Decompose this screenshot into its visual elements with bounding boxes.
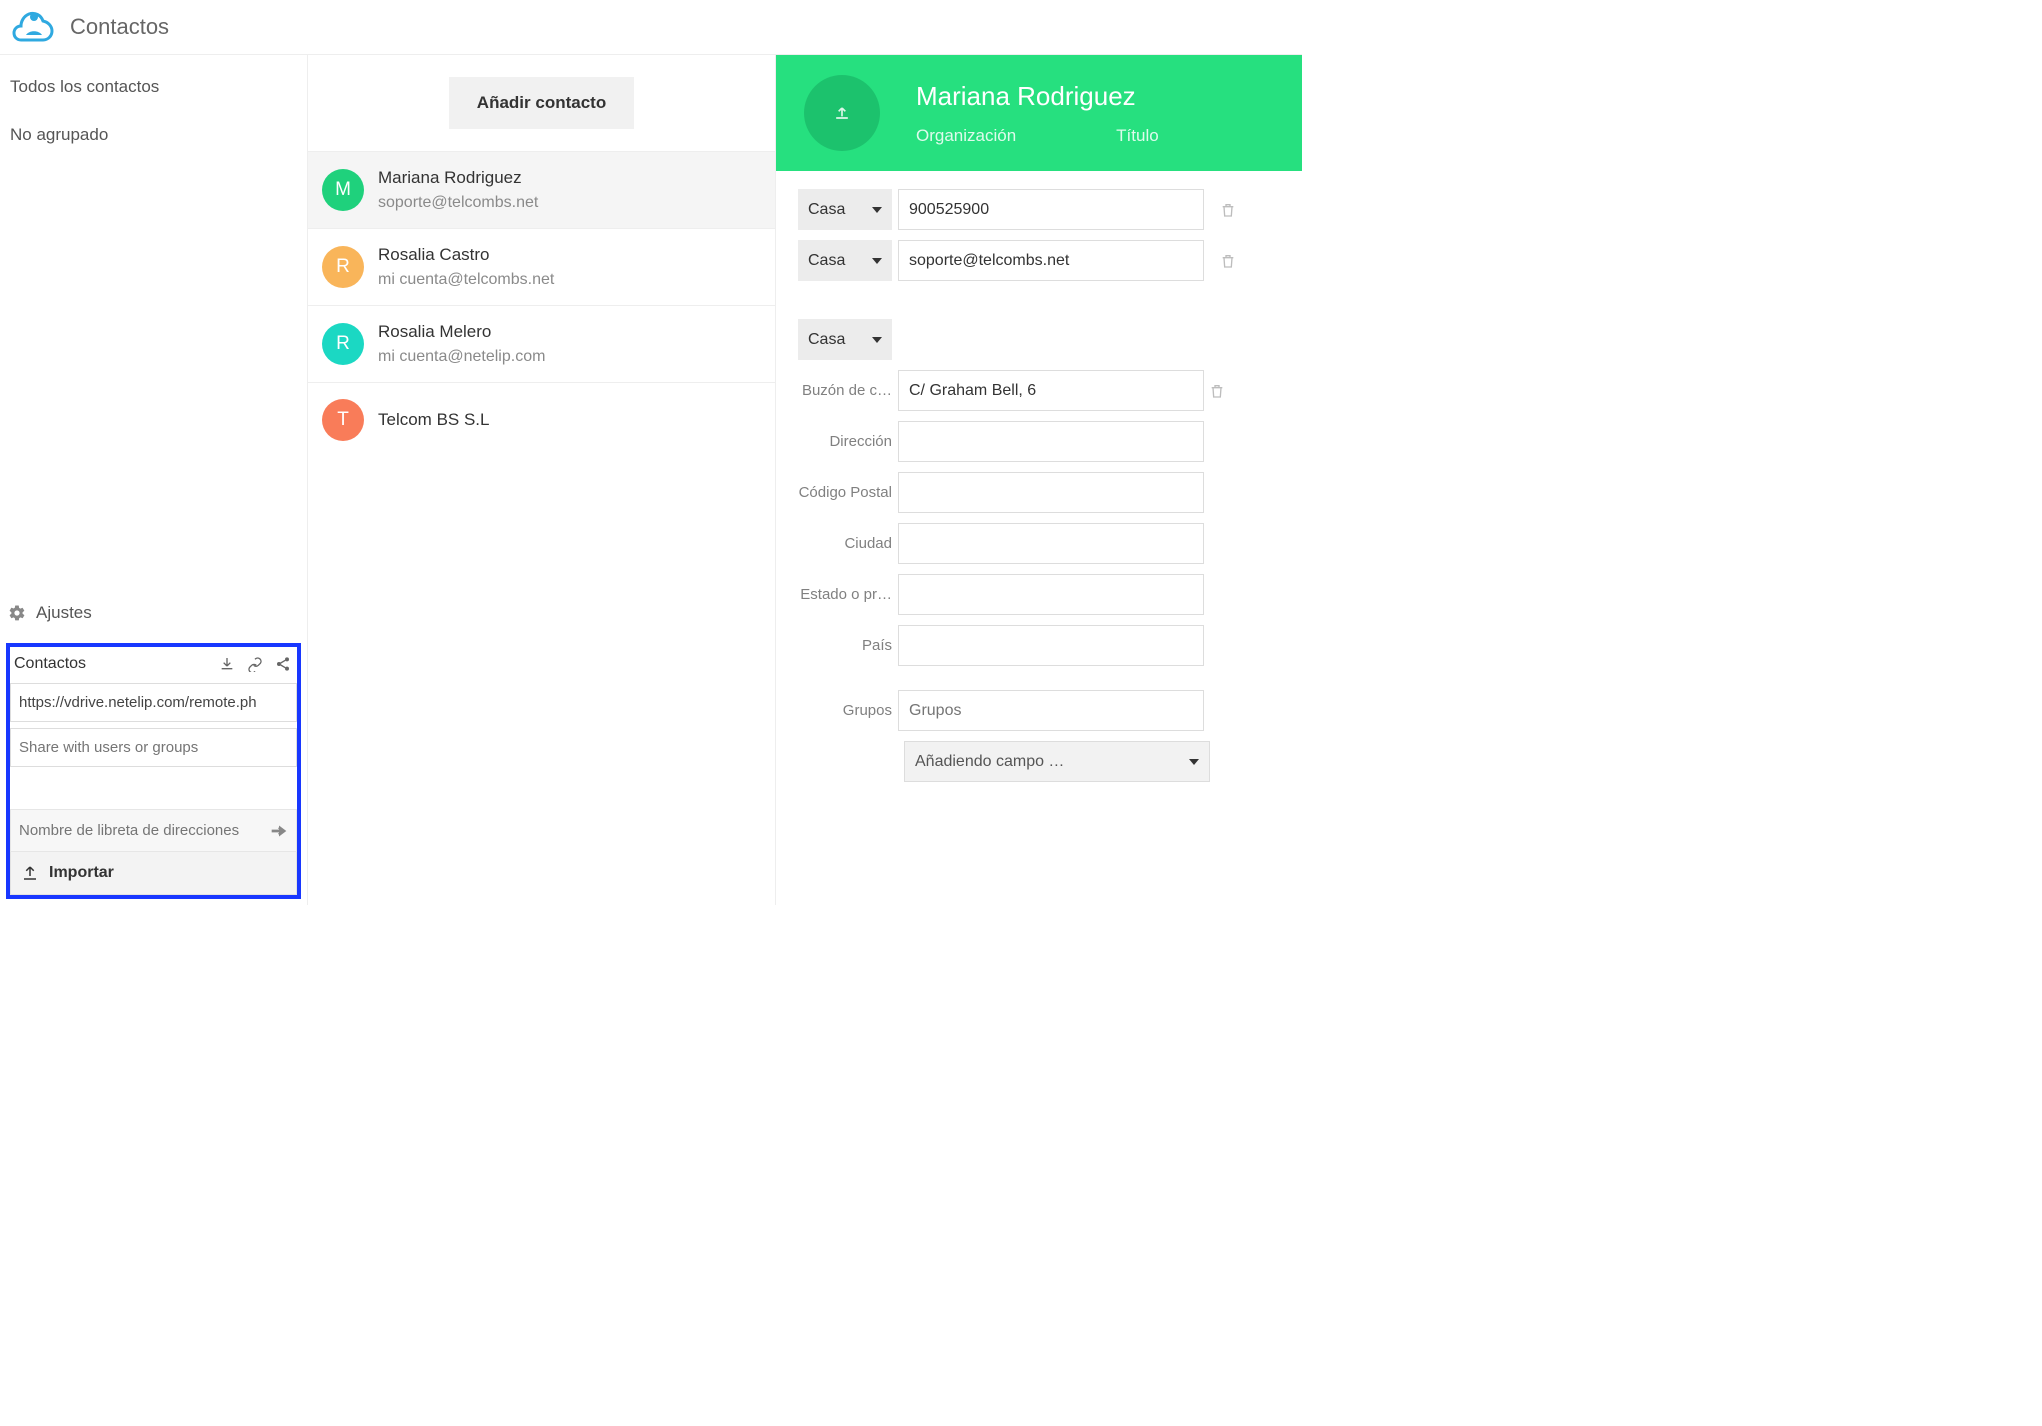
caldav-url-input[interactable] (10, 683, 297, 722)
sidebar: Todos los contactos No agrupado Ajustes … (0, 55, 308, 905)
share-icon[interactable] (275, 656, 291, 672)
state-input[interactable] (898, 574, 1204, 615)
add-contact-button[interactable]: Añadir contacto (449, 77, 634, 129)
upload-icon (21, 864, 39, 882)
gear-icon (8, 604, 26, 622)
app-logo-icon (12, 9, 56, 45)
city-input[interactable] (898, 523, 1204, 564)
sidebar-item-all-contacts[interactable]: Todos los contactos (0, 55, 307, 111)
address-input[interactable] (898, 421, 1204, 462)
contact-name: Mariana Rodriguez (378, 168, 538, 188)
avatar: R (322, 323, 364, 365)
contact-list-column: Añadir contacto M Mariana Rodriguez soport… (308, 55, 776, 905)
caret-down-icon (872, 258, 882, 264)
caret-down-icon (872, 207, 882, 213)
contact-list-item[interactable]: M Mariana Rodriguez soporte@telcombs.net (308, 151, 775, 228)
import-button[interactable]: Importar (10, 852, 297, 895)
delete-phone-icon[interactable] (1220, 202, 1236, 218)
contact-subtext: mi cuenta@netelip.com (378, 348, 545, 366)
download-icon[interactable] (219, 656, 235, 672)
detail-header: Mariana Rodriguez Organización Título (776, 55, 1302, 171)
country-input[interactable] (898, 625, 1204, 666)
avatar: M (322, 169, 364, 211)
country-label: País (798, 637, 898, 654)
contact-name: Telcom BS S.L (378, 410, 490, 430)
contact-detail-column: Mariana Rodriguez Organización Título Ca… (776, 55, 1302, 905)
groups-label: Grupos (798, 702, 898, 719)
organization-field[interactable]: Organización (916, 126, 1016, 146)
email-input[interactable] (898, 240, 1204, 281)
zip-input[interactable] (898, 472, 1204, 513)
pobox-input[interactable] (898, 370, 1204, 411)
phone-type-select[interactable]: Casa (798, 189, 892, 230)
add-field-select[interactable]: Añadiendo campo … (904, 741, 1210, 782)
title-field[interactable]: Título (1116, 126, 1159, 146)
contact-name: Rosalia Melero (378, 322, 545, 342)
settings-label: Ajustes (36, 603, 92, 623)
contact-list-item[interactable]: R Rosalia Castro mi cuenta@telcombs.net (308, 228, 775, 305)
avatar: T (322, 399, 364, 441)
caret-down-icon (872, 337, 882, 343)
avatar: R (322, 246, 364, 288)
address-type-select[interactable]: Casa (798, 319, 892, 360)
upload-avatar-button[interactable] (804, 75, 880, 151)
city-label: Ciudad (798, 535, 898, 552)
email-type-select[interactable]: Casa (798, 240, 892, 281)
addressbook-title: Contactos (14, 655, 86, 673)
sidebar-item-ungrouped[interactable]: No agrupado (0, 111, 307, 159)
phone-input[interactable] (898, 189, 1204, 230)
share-users-input[interactable] (10, 728, 297, 767)
contact-subtext: mi cuenta@telcombs.net (378, 271, 554, 289)
import-label: Importar (49, 864, 114, 882)
delete-email-icon[interactable] (1220, 253, 1236, 269)
contact-name: Rosalia Castro (378, 245, 554, 265)
contact-list-item[interactable]: R Rosalia Melero mi cuenta@netelip.com (308, 305, 775, 382)
pobox-label: Buzón de c… (798, 382, 898, 399)
contact-name-field[interactable]: Mariana Rodriguez (916, 81, 1159, 112)
upload-icon (832, 103, 852, 123)
settings-panel: Contactos Importar (6, 643, 301, 899)
app-header: Contactos (0, 0, 1302, 55)
state-label: Estado o pr… (798, 586, 898, 603)
groups-input[interactable] (898, 690, 1204, 731)
link-icon[interactable] (247, 656, 263, 672)
caret-down-icon (1189, 759, 1199, 765)
delete-address-icon[interactable] (1209, 383, 1225, 399)
contact-subtext: soporte@telcombs.net (378, 194, 538, 212)
app-title: Contactos (70, 14, 169, 40)
settings-button[interactable]: Ajustes (0, 593, 307, 633)
address-label: Dirección (798, 433, 898, 450)
contact-list-item[interactable]: T Telcom BS S.L (308, 382, 775, 457)
new-addressbook-input[interactable] (11, 810, 268, 851)
arrow-right-icon[interactable] (268, 820, 290, 842)
zip-label: Código Postal (798, 484, 898, 501)
